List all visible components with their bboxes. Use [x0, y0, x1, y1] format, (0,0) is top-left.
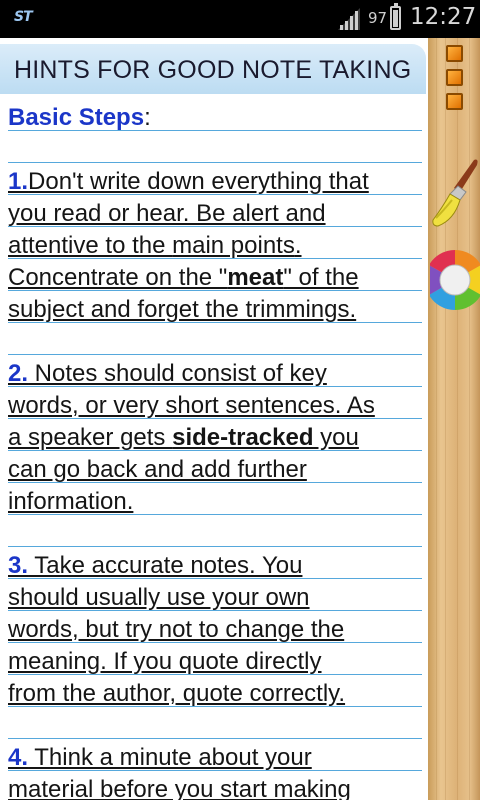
ruled-line — [8, 450, 422, 451]
color-palette-icon[interactable] — [430, 248, 480, 312]
ruled-line — [8, 290, 422, 291]
menu-tab-icon[interactable] — [446, 69, 463, 86]
note-text: material before you start making — [8, 776, 351, 800]
underlined-text: main points — [172, 232, 295, 259]
note-text: words, or very short sentences. As — [8, 392, 375, 419]
step-number: 4. — [8, 744, 29, 771]
note-text: " of the — [283, 264, 359, 291]
section-heading: Basic Steps — [8, 104, 145, 131]
note-text: meaning. If you quote directly — [8, 648, 322, 675]
step-number: 1. — [8, 168, 29, 195]
note-text: a speaker gets — [8, 424, 173, 451]
note-text: information. — [8, 488, 134, 515]
note-text: Notes should consist of key — [28, 360, 327, 387]
note-text: attentive to the — [8, 232, 173, 259]
app-notification-icon: ST — [14, 9, 33, 25]
battery-percent: 97 — [368, 9, 388, 27]
note-text: you — [313, 424, 359, 451]
battery-icon — [390, 3, 401, 30]
emphasis-text: side-tracked — [172, 424, 314, 451]
ruled-line — [8, 130, 422, 131]
ruled-line — [8, 610, 422, 611]
note-text: . — [294, 232, 302, 259]
note-line: material before you start making — [8, 774, 426, 800]
ruled-line — [8, 258, 422, 259]
menu-tab-icon[interactable] — [446, 45, 463, 62]
note-text: Take accurate notes. You — [28, 552, 303, 579]
note-text: you read or hear. Be alert and — [8, 200, 326, 227]
note-text: from the author, quote correctly. — [8, 680, 346, 707]
ruled-line — [8, 546, 422, 547]
note-text: subject and forget the trimmings. — [8, 296, 357, 323]
page-title: HINTS FOR GOOD NOTE TAKING — [14, 56, 412, 84]
ruled-line — [8, 738, 422, 739]
ruled-line — [8, 482, 422, 483]
ruled-line — [8, 514, 422, 515]
ruled-line — [8, 770, 422, 771]
wood-side-panel — [428, 38, 480, 800]
ruled-line — [8, 706, 422, 707]
ruled-line — [8, 642, 422, 643]
title-bar: HINTS FOR GOOD NOTE TAKING — [0, 44, 426, 94]
menu-tab-icon[interactable] — [446, 93, 463, 110]
note-text: can go back and add further — [8, 456, 307, 483]
ruled-line — [8, 578, 422, 579]
status-bar: ST 97 12:27 — [0, 0, 480, 38]
heading-colon: : — [144, 104, 151, 131]
signal-strength-icon — [338, 8, 360, 30]
note-text: words, but try not to change the — [8, 616, 345, 643]
ruled-line — [8, 674, 422, 675]
ruled-line — [8, 194, 422, 195]
notes-content[interactable]: Basic Steps: 1.Don't write down everythin… — [0, 94, 426, 800]
status-clock: 12:27 — [410, 4, 477, 30]
emphasis-text: meat — [227, 264, 284, 291]
ruled-line — [8, 322, 422, 323]
notes-app: HINTS FOR GOOD NOTE TAKING Basic Steps: 1… — [0, 38, 480, 800]
note-text: Don't write down everything that — [28, 168, 369, 195]
note-text: Concentrate on the " — [8, 264, 228, 291]
ruled-line — [8, 226, 422, 227]
step-number: 3. — [8, 552, 29, 579]
ruled-line — [8, 386, 422, 387]
note-text: should usually use your own — [8, 584, 310, 611]
note-text: Think a minute about your — [28, 744, 312, 771]
ruled-line — [8, 418, 422, 419]
ruled-line — [8, 162, 422, 163]
ruled-line — [8, 354, 422, 355]
paintbrush-icon[interactable] — [430, 156, 480, 238]
step-number: 2. — [8, 360, 29, 387]
